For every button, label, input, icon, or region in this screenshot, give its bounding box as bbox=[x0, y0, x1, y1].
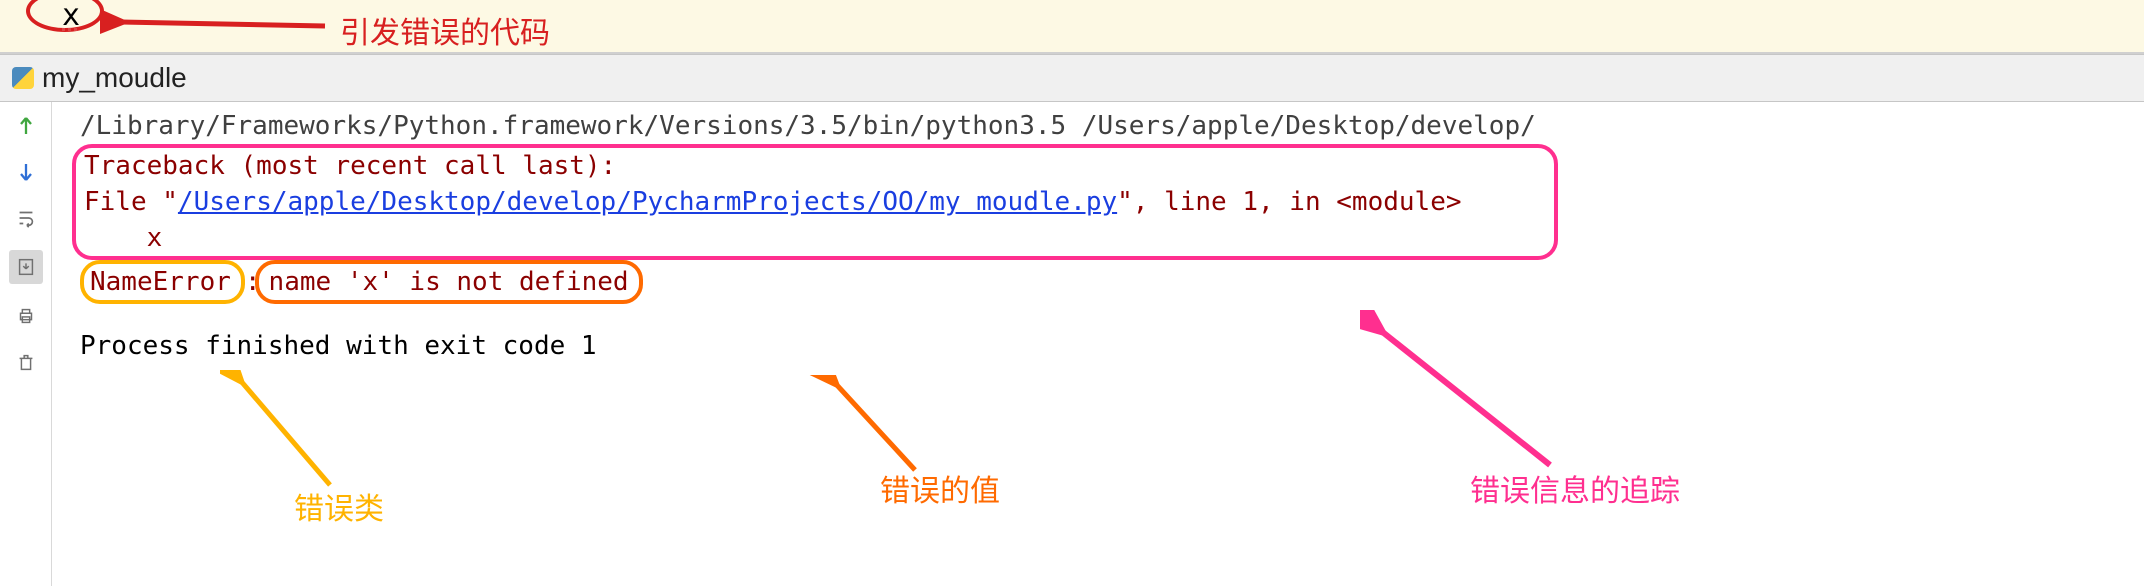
exit-line: Process finished with exit code 1 bbox=[80, 328, 2144, 364]
error-type-box: NameError bbox=[80, 260, 245, 304]
file-prefix: File " bbox=[84, 187, 178, 217]
rerun-button[interactable] bbox=[12, 112, 40, 140]
code-snippet: x bbox=[62, 0, 80, 33]
run-title: my_moudle bbox=[42, 62, 187, 94]
traceback-header: Traceback (most recent call last): bbox=[84, 148, 1546, 184]
print-button[interactable] bbox=[12, 302, 40, 330]
scroll-to-end-button[interactable] bbox=[9, 250, 43, 284]
run-header: my_moudle bbox=[0, 54, 2144, 102]
run-gutter bbox=[0, 102, 52, 586]
error-line: NameError: name 'x' is not defined bbox=[80, 260, 2144, 304]
error-value: name 'x' is not defined bbox=[269, 267, 629, 297]
editor-bar: x bbox=[0, 0, 2144, 54]
traceback-box: Traceback (most recent call last): File … bbox=[72, 144, 1558, 260]
traceback-file-line: File "/Users/apple/Desktop/develop/Pycha… bbox=[84, 184, 1546, 220]
python-icon bbox=[12, 67, 34, 89]
clear-all-button[interactable] bbox=[12, 348, 40, 376]
body-area: /Library/Frameworks/Python.framework/Ver… bbox=[0, 102, 2144, 586]
file-suffix: ", line 1, in <module> bbox=[1117, 187, 1461, 217]
interpreter-line: /Library/Frameworks/Python.framework/Ver… bbox=[80, 108, 2144, 144]
error-type: NameError bbox=[90, 267, 231, 297]
console-output[interactable]: /Library/Frameworks/Python.framework/Ver… bbox=[52, 102, 2144, 586]
traceback-code-line: x bbox=[84, 220, 1546, 256]
toggle-soft-wrap-button[interactable] bbox=[12, 204, 40, 232]
error-value-box: name 'x' is not defined bbox=[255, 260, 643, 304]
stop-button[interactable] bbox=[12, 158, 40, 186]
traceback-file-link[interactable]: /Users/apple/Desktop/develop/PycharmProj… bbox=[178, 187, 1117, 217]
